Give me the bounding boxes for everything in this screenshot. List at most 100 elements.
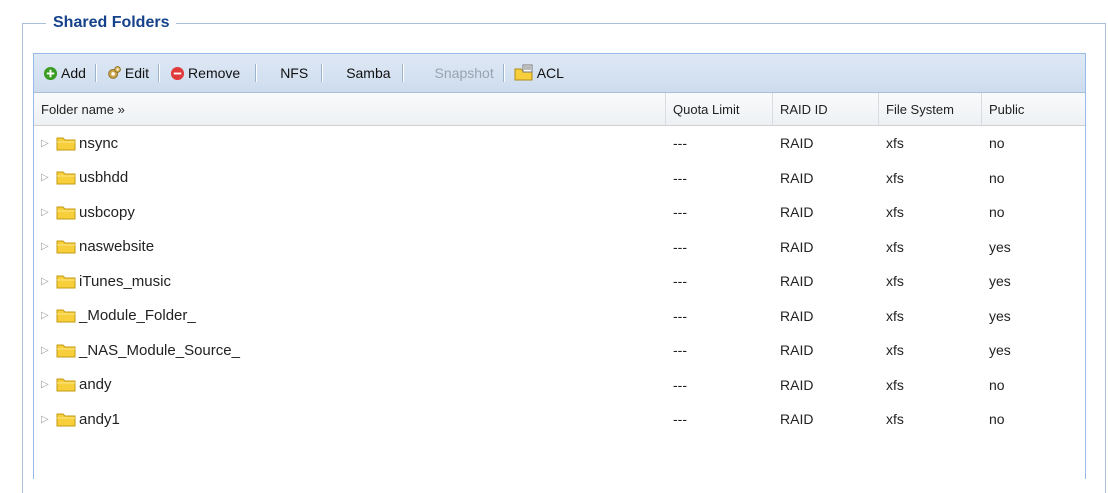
quota-limit-cell: ---	[673, 411, 687, 428]
public-cell: yes	[989, 238, 1011, 255]
folder-name-cell: ▷ usbhdd	[34, 161, 666, 196]
public-cell: no	[989, 135, 1005, 152]
expand-arrow-icon[interactable]: ▷	[41, 138, 53, 149]
table-row[interactable]: ▷ naswebsite --- RAID xfs yes	[34, 230, 1085, 265]
table-row[interactable]: ▷ _NAS_Module_Source_ --- RAID xfs yes	[34, 333, 1085, 368]
public-cell: no	[989, 204, 1005, 221]
edit-button[interactable]: Edit	[103, 65, 152, 81]
column-header-public[interactable]: Public	[982, 93, 1085, 125]
file-system-cell: xfs	[886, 307, 904, 324]
shared-folders-panel: Add Edit Remove NFS Samba Snapshot ACL F…	[33, 53, 1086, 479]
table-row[interactable]: ▷ usbcopy --- RAID xfs no	[34, 195, 1085, 230]
expand-arrow-icon[interactable]: ▷	[41, 207, 53, 218]
remove-button[interactable]: Remove	[166, 65, 243, 81]
table-row[interactable]: ▷ usbhdd --- RAID xfs no	[34, 161, 1085, 196]
toolbar: Add Edit Remove NFS Samba Snapshot ACL	[34, 54, 1085, 93]
folder-name: nsync	[79, 134, 119, 152]
folder-name-cell: ▷ andy	[34, 368, 666, 403]
folder-name: _NAS_Module_Source_	[79, 341, 240, 359]
nfs-button[interactable]: NFS	[277, 65, 311, 81]
expand-arrow-icon[interactable]: ▷	[41, 172, 53, 183]
expand-arrow-icon[interactable]: ▷	[41, 276, 53, 287]
samba-label: Samba	[346, 65, 391, 81]
toolbar-separator	[94, 64, 97, 82]
folder-icon	[56, 344, 76, 358]
folder-icon	[56, 413, 76, 427]
acl-label: ACL	[536, 65, 564, 81]
file-system-cell: xfs	[886, 135, 904, 152]
expand-arrow-icon[interactable]: ▷	[41, 379, 53, 390]
raid-id-cell: RAID	[780, 342, 814, 359]
quota-limit-cell: ---	[673, 342, 687, 359]
raid-id-cell: RAID	[780, 169, 814, 186]
folder-name: andy1	[79, 410, 120, 428]
nfs-label: NFS	[280, 65, 309, 81]
table-row[interactable]: ▷ andy --- RAID xfs no	[34, 368, 1085, 403]
expand-arrow-icon[interactable]: ▷	[41, 310, 53, 321]
folder-name: usbcopy	[79, 203, 135, 221]
folder-icon	[56, 378, 76, 392]
column-header-quota-limit[interactable]: Quota Limit	[666, 93, 773, 125]
add-icon	[42, 65, 58, 81]
file-system-cell: xfs	[886, 169, 904, 186]
expand-arrow-icon[interactable]: ▷	[41, 241, 53, 252]
folder-name: iTunes_music	[79, 272, 171, 290]
folder-icon	[56, 137, 76, 151]
folder-name-cell: ▷ iTunes_music	[34, 264, 666, 299]
raid-id-cell: RAID	[780, 204, 814, 221]
table-row[interactable]: ▷ iTunes_music --- RAID xfs yes	[34, 264, 1085, 299]
column-header-raid-id[interactable]: RAID ID	[773, 93, 879, 125]
folder-name: andy	[79, 376, 112, 394]
folder-name: _Module_Folder_	[79, 307, 196, 325]
folder-icon	[56, 275, 76, 289]
expand-arrow-icon[interactable]: ▷	[41, 345, 53, 356]
snapshot-button[interactable]: Snapshot	[432, 65, 497, 81]
quota-limit-cell: ---	[673, 376, 687, 393]
acl-folder-icon	[514, 64, 534, 81]
table-row[interactable]: ▷ nsync --- RAID xfs no	[34, 126, 1085, 161]
file-system-cell: xfs	[886, 204, 904, 221]
file-system-cell: xfs	[886, 342, 904, 359]
edit-label: Edit	[124, 65, 150, 81]
folder-name-cell: ▷ _Module_Folder_	[34, 299, 666, 334]
table-row[interactable]: ▷ _Module_Folder_ --- RAID xfs yes	[34, 299, 1085, 334]
snapshot-label: Snapshot	[434, 65, 494, 81]
grid-header: Folder name » Quota Limit RAID ID File S…	[34, 93, 1085, 126]
folder-icon	[56, 309, 76, 323]
public-cell: yes	[989, 342, 1011, 359]
folder-name-cell: ▷ _NAS_Module_Source_	[34, 333, 666, 368]
folder-name-cell: ▷ andy1	[34, 402, 666, 437]
quota-limit-cell: ---	[673, 169, 687, 186]
column-header-file-system[interactable]: File System	[879, 93, 982, 125]
file-system-cell: xfs	[886, 273, 904, 290]
section-title: Shared Folders	[46, 12, 177, 34]
toolbar-separator	[502, 64, 505, 82]
folder-name-cell: ▷ usbcopy	[34, 195, 666, 230]
public-cell: no	[989, 169, 1005, 186]
add-button[interactable]: Add	[39, 65, 89, 81]
folder-name: naswebsite	[79, 238, 155, 256]
quota-limit-cell: ---	[673, 307, 687, 324]
quota-limit-cell: ---	[673, 273, 687, 290]
raid-id-cell: RAID	[780, 238, 814, 255]
file-system-cell: xfs	[886, 376, 904, 393]
column-header-folder-name[interactable]: Folder name »	[34, 93, 666, 125]
folder-icon	[56, 206, 76, 220]
folder-name-cell: ▷ naswebsite	[34, 230, 666, 265]
expand-arrow-icon[interactable]: ▷	[41, 414, 53, 425]
raid-id-cell: RAID	[780, 411, 814, 428]
quota-limit-cell: ---	[673, 204, 687, 221]
folder-icon	[56, 240, 76, 254]
table-row[interactable]: ▷ andy1 --- RAID xfs no	[34, 402, 1085, 437]
folder-name-cell: ▷ nsync	[34, 126, 666, 161]
toolbar-separator	[321, 64, 324, 82]
folder-name: usbhdd	[79, 169, 129, 187]
folder-icon	[56, 171, 76, 185]
toolbar-separator	[401, 64, 404, 82]
samba-button[interactable]: Samba	[343, 65, 393, 81]
add-label: Add	[61, 65, 86, 81]
public-cell: no	[989, 411, 1005, 428]
gear-edit-icon	[106, 65, 122, 81]
raid-id-cell: RAID	[780, 135, 814, 152]
acl-button[interactable]: ACL	[511, 64, 567, 81]
